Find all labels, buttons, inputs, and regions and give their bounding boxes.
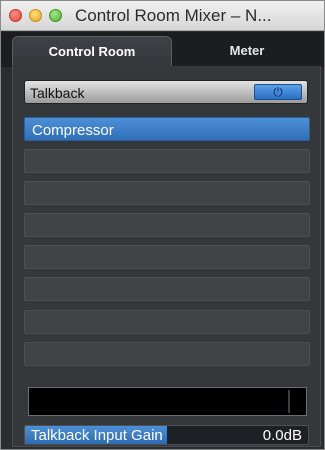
insert-slot-3[interactable] bbox=[24, 181, 310, 205]
insert-slot-5[interactable] bbox=[24, 245, 310, 269]
tab-control-room[interactable]: Control Room bbox=[12, 36, 172, 67]
talkback-row[interactable]: Talkback ⏻ bbox=[24, 80, 308, 104]
power-icon: ⏻ bbox=[273, 85, 283, 99]
minimize-window-button[interactable] bbox=[29, 9, 42, 22]
zoom-window-button[interactable] bbox=[49, 9, 62, 22]
talkback-label: Talkback bbox=[30, 85, 85, 101]
gain-label: Talkback Input Gain bbox=[31, 427, 163, 444]
talkback-input-gain-slider[interactable]: Talkback Input Gain 0.0dB bbox=[24, 425, 309, 445]
insert-slot-4[interactable] bbox=[24, 213, 310, 237]
insert-slot-1[interactable]: Compressor bbox=[24, 117, 310, 141]
tab-meter[interactable]: Meter bbox=[173, 36, 321, 67]
tab-bar: Control Room Meter bbox=[1, 32, 324, 67]
insert-slot-6[interactable] bbox=[24, 277, 310, 301]
window-title: Control Room Mixer – N... bbox=[75, 6, 272, 25]
gain-value: 0.0dB bbox=[262, 427, 302, 444]
title-bar[interactable]: Control Room Mixer – N... bbox=[1, 1, 324, 31]
insert-slot-8[interactable] bbox=[24, 342, 310, 366]
close-window-button[interactable] bbox=[9, 9, 22, 22]
meter-divider bbox=[288, 390, 290, 413]
insert-slot-7[interactable] bbox=[24, 310, 310, 334]
level-meter bbox=[28, 387, 307, 416]
insert-slot-2[interactable] bbox=[24, 149, 310, 173]
insert-slot-label: Compressor bbox=[32, 122, 114, 139]
control-room-mixer-window: Control Room Mixer – N... Control Room M… bbox=[0, 0, 325, 450]
talkback-power-button[interactable]: ⏻ bbox=[254, 84, 302, 100]
